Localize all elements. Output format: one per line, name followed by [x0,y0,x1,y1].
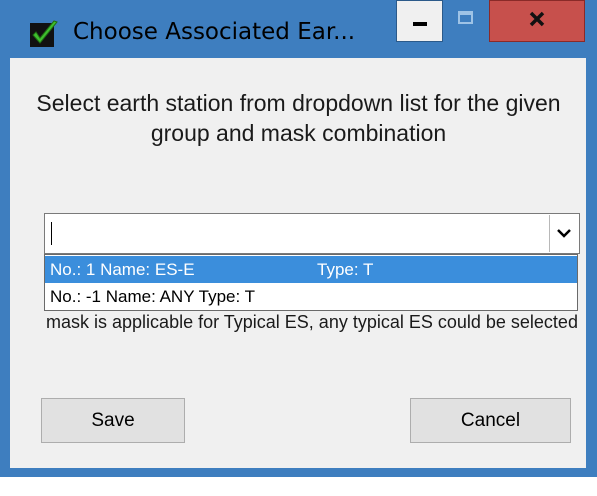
dialog-body: Select earth station from dropdown list … [10,58,586,468]
title-bar[interactable]: Choose Associated Ear... [0,0,597,58]
maximize-button[interactable] [443,0,489,42]
chevron-down-icon [557,225,571,243]
checkmark-app-icon [29,20,59,50]
option-label: No.: 1 Name: ES-E [50,260,195,279]
minimize-icon [410,9,430,34]
close-icon [527,9,547,34]
note-clip: mask is applicable for Typical ES, any t… [44,311,580,367]
save-button[interactable]: Save [41,398,185,443]
option-type: Type: T [317,260,374,279]
cancel-button[interactable]: Cancel [410,398,571,443]
earth-station-dropdown-list: No.: 1 Name: ES-E Type: T No.: -1 Name: … [44,254,578,311]
note-text: mask is applicable for Typical ES, any t… [46,312,578,332]
window-title: Choose Associated Ear... [73,19,356,45]
maximize-icon [456,9,476,34]
instruction-text: Select earth station from dropdown list … [36,90,561,146]
dropdown-option[interactable]: No.: -1 Name: ANY Type: T [45,283,577,310]
close-button[interactable] [489,0,585,42]
dialog-window: Choose Associated Ear... Select earth st… [0,0,597,477]
dropdown-toggle-button[interactable] [549,215,578,252]
earth-station-combobox[interactable] [44,213,580,254]
dropdown-option[interactable]: No.: 1 Name: ES-E Type: T [45,256,577,283]
minimize-button[interactable] [396,0,443,42]
option-label: No.: -1 Name: ANY Type: T [50,287,256,306]
text-caret [51,222,52,245]
